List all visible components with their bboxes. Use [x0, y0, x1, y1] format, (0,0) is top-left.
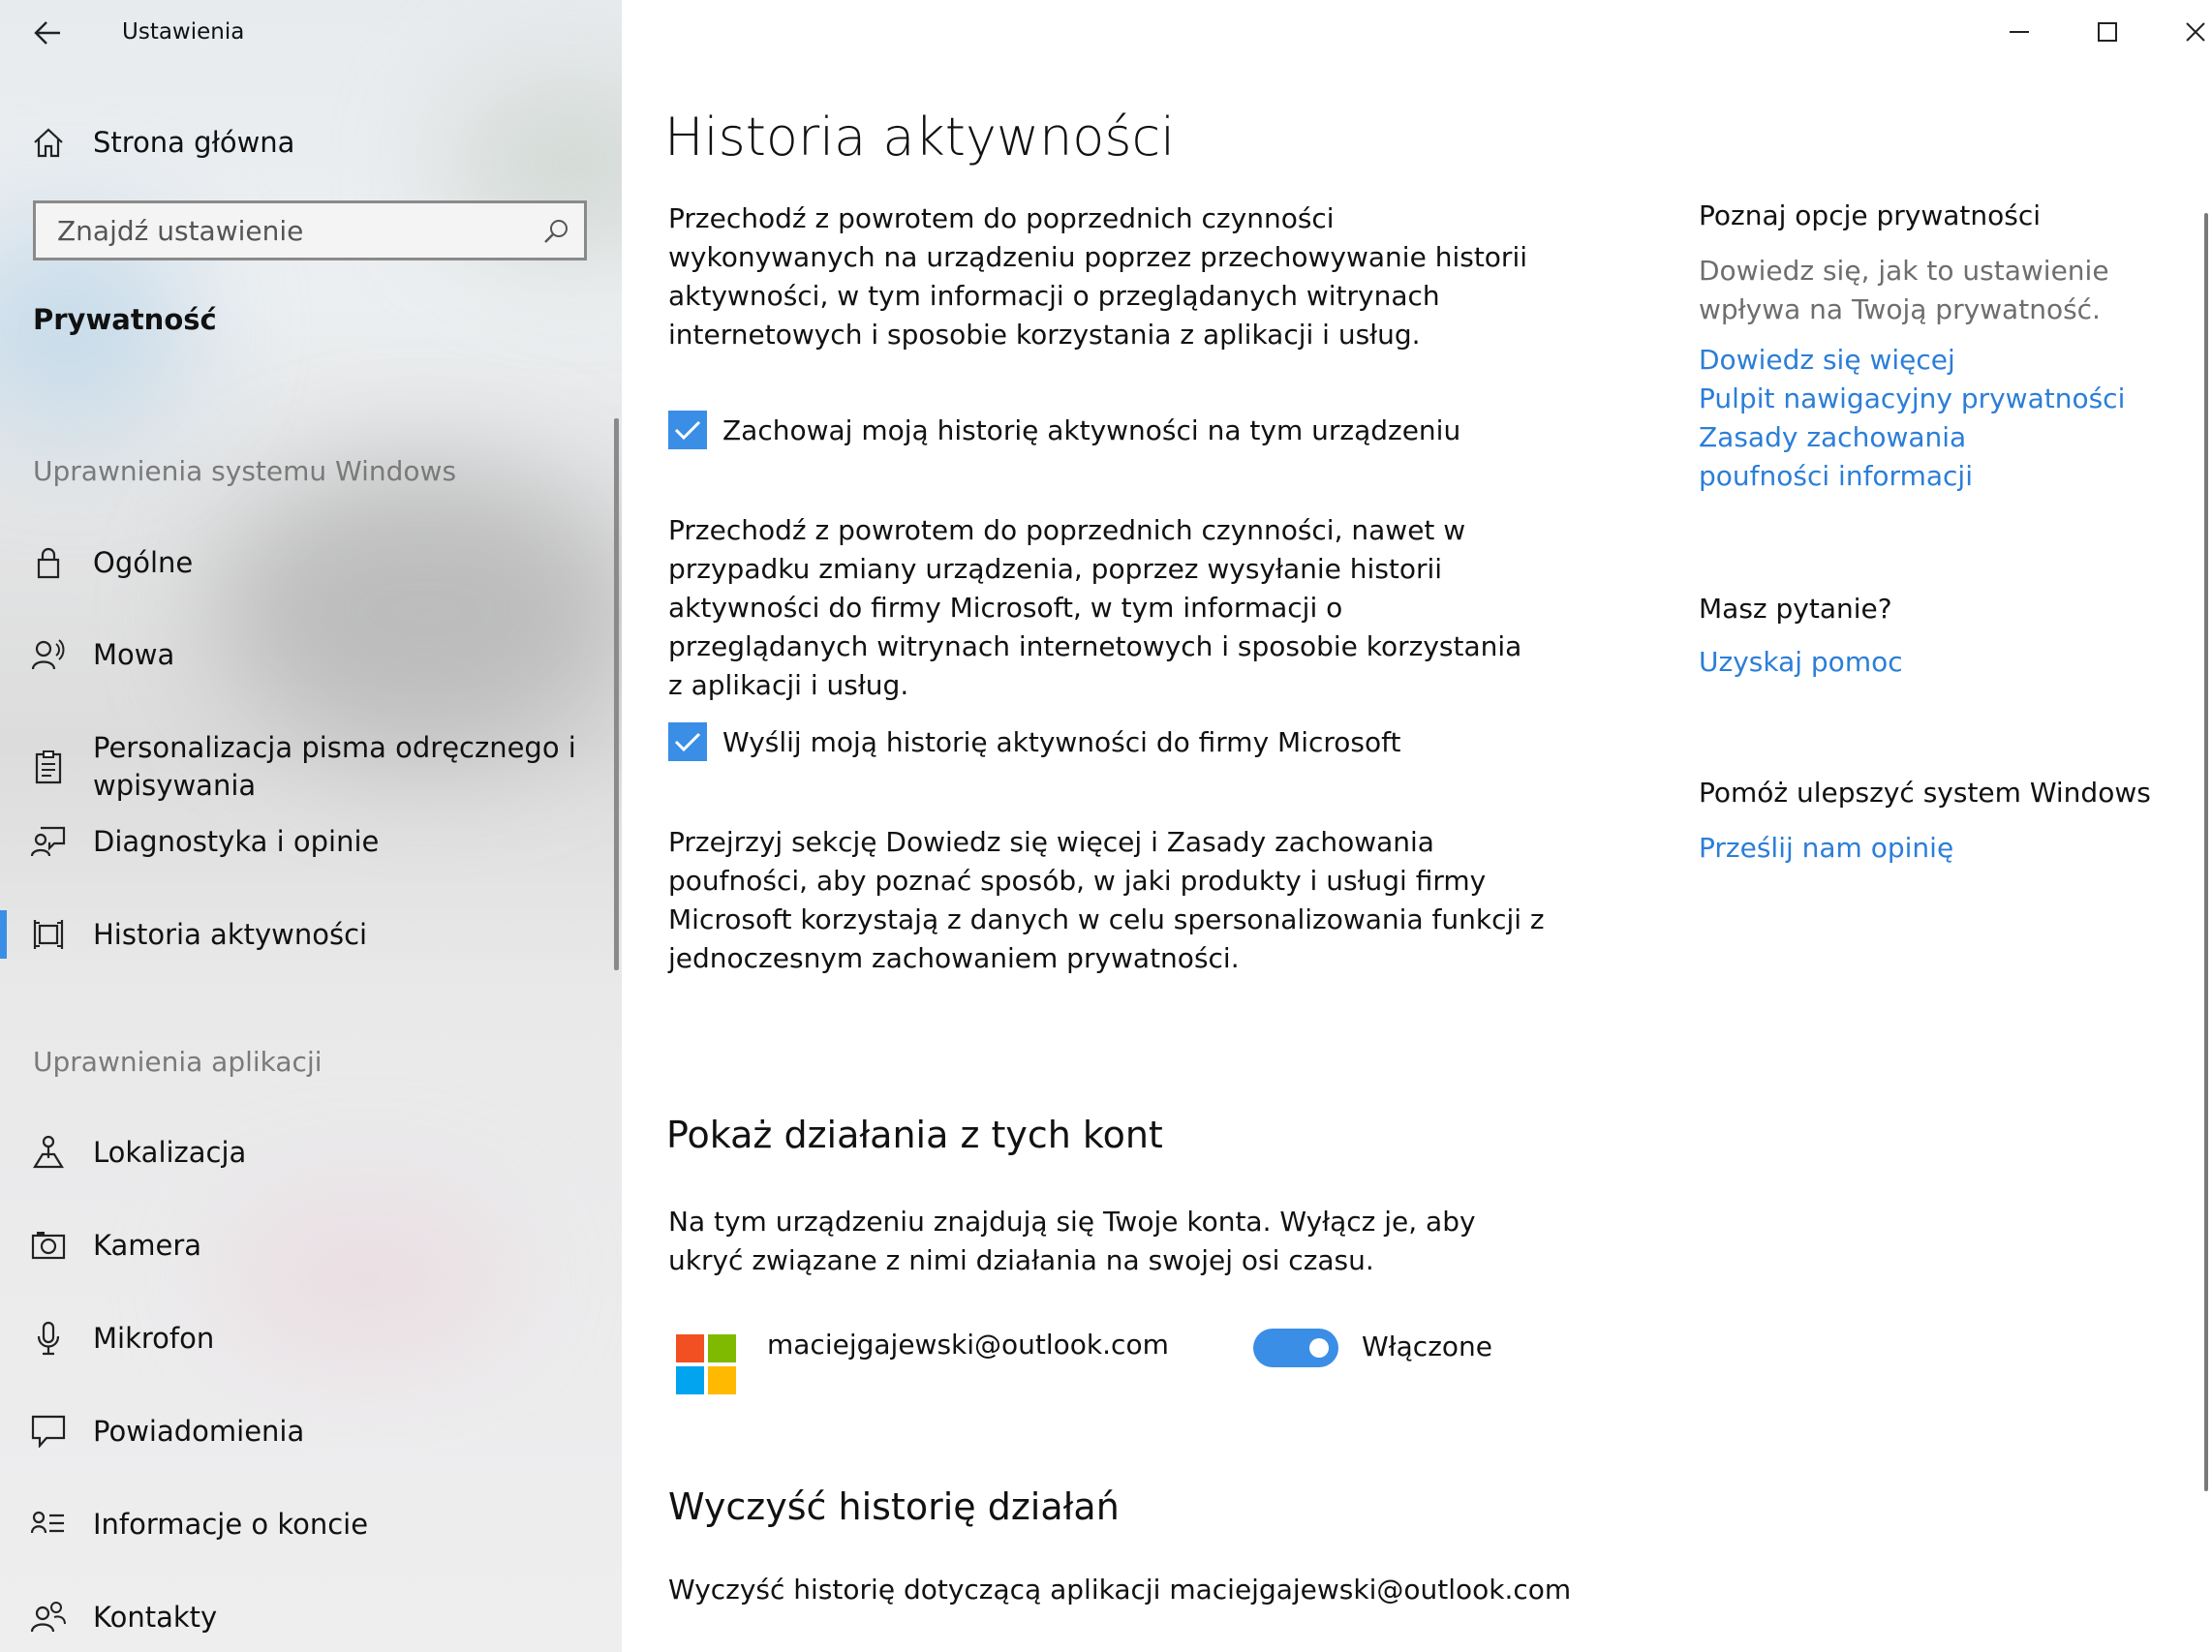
get-help-link[interactable]: Uzyskaj pomoc [1699, 643, 2144, 682]
maximize-icon [2098, 22, 2117, 42]
main-content: Historia aktywności Przechodź z powrotem… [622, 0, 2212, 1652]
search-box[interactable] [33, 200, 587, 260]
improve-windows-heading: Pomóż ulepszyć system Windows [1699, 777, 2151, 809]
account-row: maciejgajewski@outlook.com Włączone [676, 1329, 1644, 1396]
accounts-heading: Pokaż działania z tych kont [666, 1114, 1163, 1156]
sidebar-item-account-info[interactable]: Informacje o koncie [0, 1492, 622, 1556]
sidebar-item-general[interactable]: Ogólne [0, 531, 622, 595]
app-title: Ustawienia [122, 19, 245, 45]
sidebar-item-label: Diagnostyka i opinie [93, 825, 380, 858]
privacy-options-text: Dowiedz się, jak to ustawienie wpływa na… [1699, 255, 2109, 325]
checkmark-icon [674, 732, 701, 752]
sidebar: Ustawienia Strona główna Prywatność Upra… [0, 0, 622, 1652]
close-icon [2186, 22, 2205, 42]
search-input[interactable] [55, 213, 524, 248]
sidebar-scrollbar[interactable] [614, 418, 619, 970]
back-arrow-icon [34, 21, 60, 45]
camera-icon [29, 1226, 68, 1265]
send-history-checkbox[interactable] [668, 722, 707, 761]
sidebar-item-contacts[interactable]: Kontakty [0, 1585, 622, 1649]
close-button[interactable] [2164, 8, 2212, 56]
category-title: Prywatność [33, 303, 217, 336]
sidebar-item-inking-typing[interactable]: Personalizacja pisma odręcznego i wpisyw… [0, 709, 622, 825]
search-icon [544, 220, 568, 243]
account-toggle[interactable] [1253, 1329, 1338, 1367]
minimize-button[interactable] [1987, 8, 2051, 56]
page-title: Historia aktywności [664, 107, 1176, 168]
sidebar-item-label: Informacje o koncie [93, 1508, 369, 1541]
sidebar-item-camera[interactable]: Kamera [0, 1213, 622, 1277]
privacy-options-heading: Poznaj opcje prywatności [1699, 199, 2042, 231]
sidebar-item-label: Lokalizacja [93, 1136, 247, 1169]
minimize-icon [2010, 31, 2029, 33]
sidebar-item-label: Kamera [93, 1229, 202, 1262]
notification-icon [29, 1412, 68, 1451]
timeline-icon [29, 915, 68, 954]
privacy-dashboard-link[interactable]: Pulpit nawigacyjny prywatności [1699, 380, 2144, 418]
question-heading: Masz pytanie? [1699, 593, 1892, 625]
send-history-option[interactable]: Wyślij moją historię aktywności do firmy… [668, 722, 1400, 761]
main-scrollbar[interactable] [2204, 213, 2208, 1491]
sidebar-item-label: Powiadomienia [93, 1415, 305, 1448]
back-button[interactable] [25, 14, 70, 52]
microphone-icon [29, 1319, 68, 1358]
contacts-icon [29, 1598, 68, 1637]
home-icon [29, 123, 68, 162]
send-history-description: Przechodź z powrotem do poprzednich czyn… [668, 514, 1522, 701]
sidebar-item-label: Personalizacja pisma odręcznego i wpisyw… [93, 731, 576, 802]
account-info-icon [29, 1505, 68, 1544]
account-toggle-label: Włączone [1362, 1331, 1492, 1362]
store-history-option[interactable]: Zachowaj moją historię aktywności na tym… [668, 411, 1460, 449]
store-history-checkbox[interactable] [668, 411, 707, 449]
clear-history-heading: Wyczyść historię działań [668, 1485, 1120, 1528]
microsoft-logo-icon [676, 1334, 736, 1394]
location-icon [29, 1133, 68, 1172]
privacy-statement-link[interactable]: Zasady zachowania poufności informacji [1699, 418, 2105, 496]
send-history-label: Wyślij moją historię aktywności do firmy… [722, 725, 1401, 758]
accounts-description: Na tym urządzeniu znajdują się Twoje kon… [668, 1206, 1476, 1276]
sidebar-item-label: Historia aktywności [93, 918, 368, 951]
sidebar-item-label: Strona główna [93, 126, 295, 159]
section-windows-permissions: Uprawnienia systemu Windows [33, 455, 457, 487]
review-text: Przejrzyj sekcję Dowiedz się więcej i Za… [668, 826, 1545, 974]
lock-icon [29, 543, 68, 582]
sidebar-item-label: Mowa [93, 638, 175, 671]
sidebar-item-label: Mikrofon [93, 1322, 215, 1355]
feedback-icon [29, 822, 68, 861]
store-history-label: Zachowaj moją historię aktywności na tym… [722, 413, 1461, 446]
clipboard-icon [29, 748, 68, 786]
section-app-permissions: Uprawnienia aplikacji [33, 1046, 323, 1078]
sidebar-item-notifications[interactable]: Powiadomienia [0, 1399, 622, 1463]
sidebar-item-diagnostics[interactable]: Diagnostyka i opinie [0, 810, 622, 873]
sidebar-item-label: Ogólne [93, 546, 194, 579]
sidebar-item-location[interactable]: Lokalizacja [0, 1120, 622, 1184]
sidebar-item-activity-history[interactable]: Historia aktywności [0, 902, 622, 966]
learn-more-link[interactable]: Dowiedz się więcej [1699, 341, 2144, 380]
checkmark-icon [674, 420, 701, 441]
account-email: maciejgajewski@outlook.com [767, 1329, 1169, 1361]
maximize-button[interactable] [2075, 8, 2139, 56]
clear-history-description: Wyczyść historię dotyczącą aplikacji mac… [668, 1574, 1572, 1606]
sidebar-item-microphone[interactable]: Mikrofon [0, 1306, 622, 1370]
sidebar-item-home[interactable]: Strona główna [0, 110, 622, 174]
give-feedback-link[interactable]: Prześlij nam opinię [1699, 829, 2144, 868]
sidebar-item-speech[interactable]: Mowa [0, 623, 622, 687]
sidebar-item-label: Kontakty [93, 1601, 218, 1634]
speech-icon [29, 635, 68, 674]
intro-text: Przechodź z powrotem do poprzednich czyn… [668, 202, 1528, 351]
